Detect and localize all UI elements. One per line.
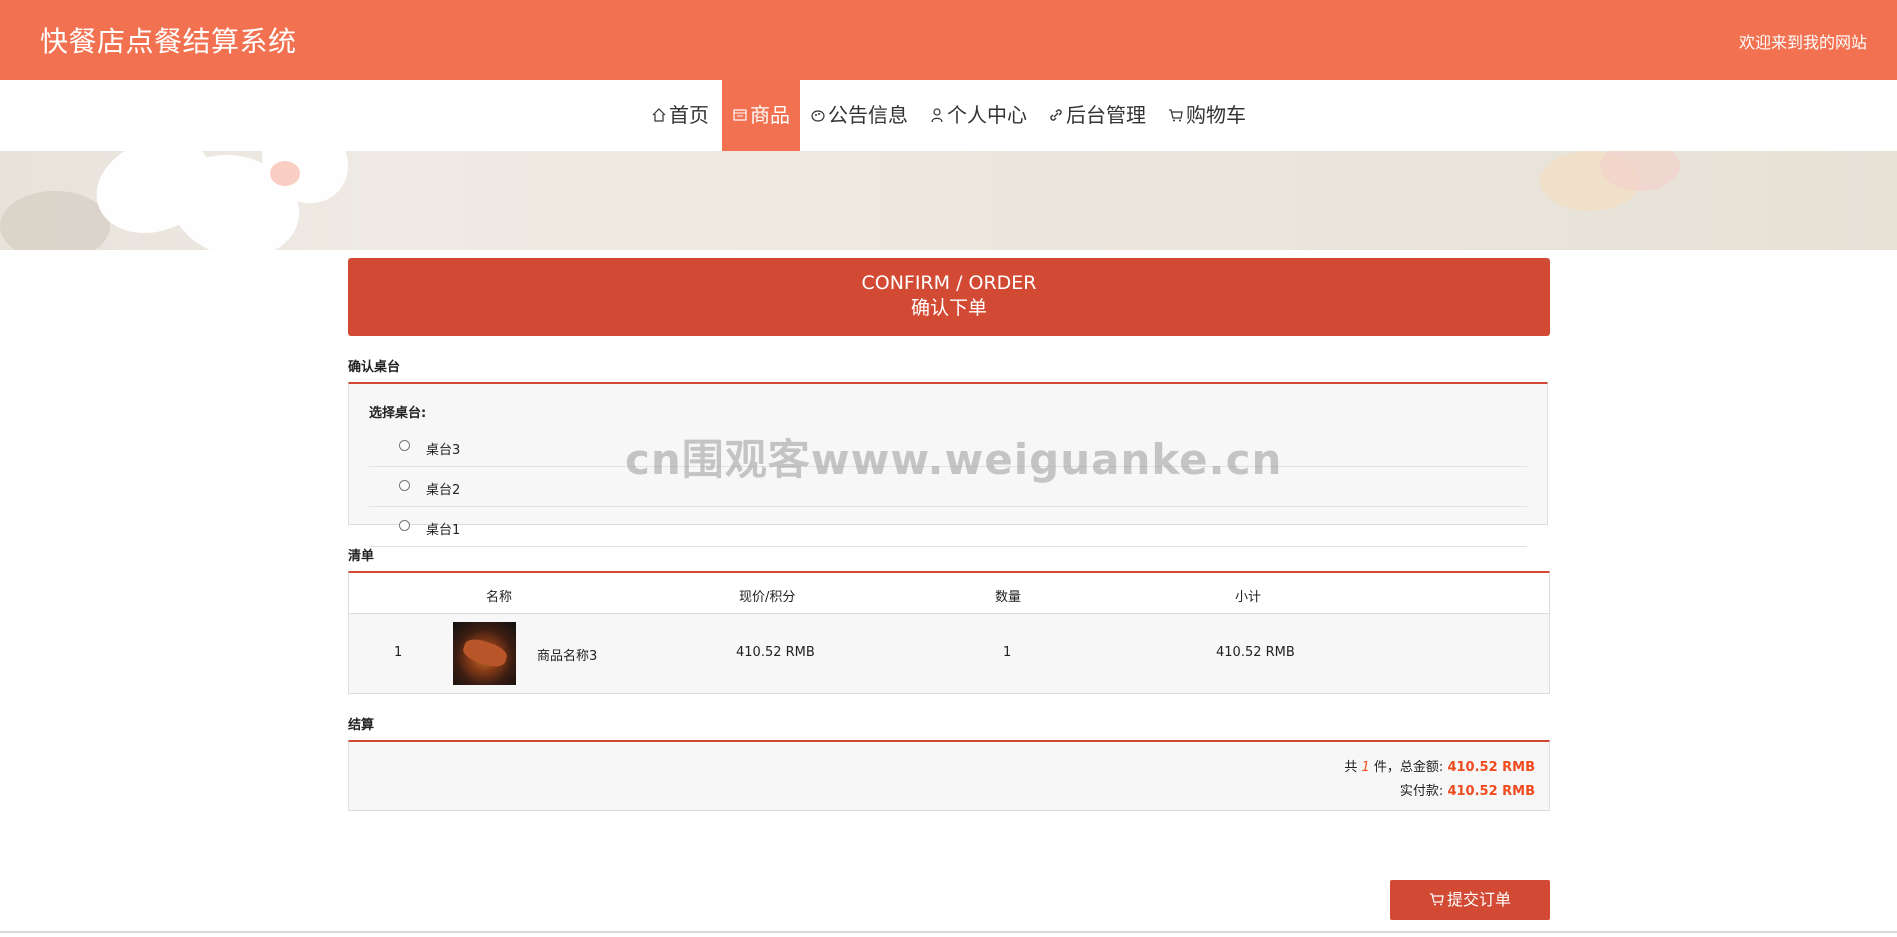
product-qty: 1 xyxy=(1003,645,1012,660)
table-radio[interactable] xyxy=(399,440,410,451)
home-icon xyxy=(651,81,667,122)
table-select-label: 选择桌台: xyxy=(369,406,427,421)
link-icon xyxy=(1048,81,1064,121)
top-header: 快餐店点餐结算系统 欢迎来到我的网站 xyxy=(0,0,1897,80)
user-icon xyxy=(929,81,945,123)
site-title: 快餐店点餐结算系统 xyxy=(40,25,297,58)
table-row: 1 商品名称3 410.52 RMB 1 410.52 RMB xyxy=(349,614,1549,692)
table-section-title: 确认桌台 xyxy=(348,360,401,375)
goods-icon xyxy=(732,81,748,121)
banner-image xyxy=(0,151,1897,250)
list-header-row: 名称 现价/积分 数量 小计 xyxy=(349,573,1549,614)
row-index: 1 xyxy=(394,645,403,660)
table-radio[interactable] xyxy=(399,520,410,531)
table-option-label: 桌台2 xyxy=(426,483,461,498)
submit-order-button[interactable]: 提交订单 xyxy=(1390,880,1550,920)
confirm-title-en: CONFIRM / ORDER xyxy=(861,272,1037,294)
welcome-text: 欢迎来到我的网站 xyxy=(1738,33,1867,52)
confirm-title-cn: 确认下单 xyxy=(910,297,987,319)
nav-item-admin[interactable]: 后台管理 xyxy=(1048,80,1146,151)
nav-item-home[interactable]: 首页 xyxy=(651,80,709,151)
page-bottom-divider xyxy=(0,931,1897,933)
order-content: CONFIRM / ORDER 确认下单 确认桌台 选择桌台: 桌台3 桌台2 … xyxy=(348,258,1550,920)
nav-label-home: 首页 xyxy=(669,103,709,127)
confirm-order-banner: CONFIRM / ORDER 确认下单 xyxy=(348,258,1550,336)
nav-item-notice[interactable]: 公告信息 xyxy=(810,80,908,151)
product-subtotal: 410.52 RMB xyxy=(1216,645,1295,660)
notice-icon xyxy=(810,81,826,122)
item-count: 1 xyxy=(1361,760,1370,775)
submit-order-label: 提交订单 xyxy=(1446,890,1511,909)
table-option-label: 桌台3 xyxy=(426,443,461,458)
paid-amount: 410.52 RMB xyxy=(1447,784,1535,799)
col-header-price: 现价/积分 xyxy=(739,590,796,605)
nav-label-user-center: 个人中心 xyxy=(947,103,1027,127)
settlement-box: 共 1 件，总金额: 410.52 RMB 实付款: 410.52 RMB xyxy=(348,740,1550,811)
count-suffix: 件，总金额: xyxy=(1373,760,1444,775)
table-option-label: 桌台1 xyxy=(426,523,461,538)
col-header-qty: 数量 xyxy=(995,590,1022,605)
settle-section-title: 结算 xyxy=(348,718,375,733)
order-list-box: 名称 现价/积分 数量 小计 1 商品名称3 410.52 RMB 1 410.… xyxy=(348,571,1550,694)
nav-label-notice: 公告信息 xyxy=(828,103,908,127)
nav-item-goods[interactable]: 商品 xyxy=(722,80,800,151)
main-nav: 首页 商品 公告信息 个人中心 后台管理 购物车 xyxy=(0,80,1897,151)
cart-icon xyxy=(1168,81,1184,122)
nav-item-user-center[interactable]: 个人中心 xyxy=(929,80,1027,151)
count-prefix: 共 xyxy=(1344,760,1358,775)
nav-label-goods: 商品 xyxy=(750,103,790,127)
table-radio[interactable] xyxy=(399,480,410,491)
paid-label: 实付款: xyxy=(1399,784,1444,799)
product-name[interactable]: 商品名称3 xyxy=(537,645,597,664)
cart-icon xyxy=(1429,893,1444,906)
table-option[interactable]: 桌台1 xyxy=(369,507,1527,547)
col-header-name: 名称 xyxy=(486,590,513,605)
product-thumbnail[interactable] xyxy=(453,622,516,685)
settle-paid-line: 实付款: 410.52 RMB xyxy=(1400,780,1535,799)
watermark-text: cn围观客www.weiguanke.cn xyxy=(625,435,1283,484)
nav-item-cart[interactable]: 购物车 xyxy=(1168,80,1248,151)
settle-total-line: 共 1 件，总金额: 410.52 RMB xyxy=(1344,756,1535,775)
product-price: 410.52 RMB xyxy=(736,645,815,660)
nav-label-admin: 后台管理 xyxy=(1066,103,1146,127)
col-header-subtotal: 小计 xyxy=(1235,590,1262,605)
total-amount: 410.52 RMB xyxy=(1447,760,1535,775)
nav-label-cart: 购物车 xyxy=(1186,103,1246,127)
